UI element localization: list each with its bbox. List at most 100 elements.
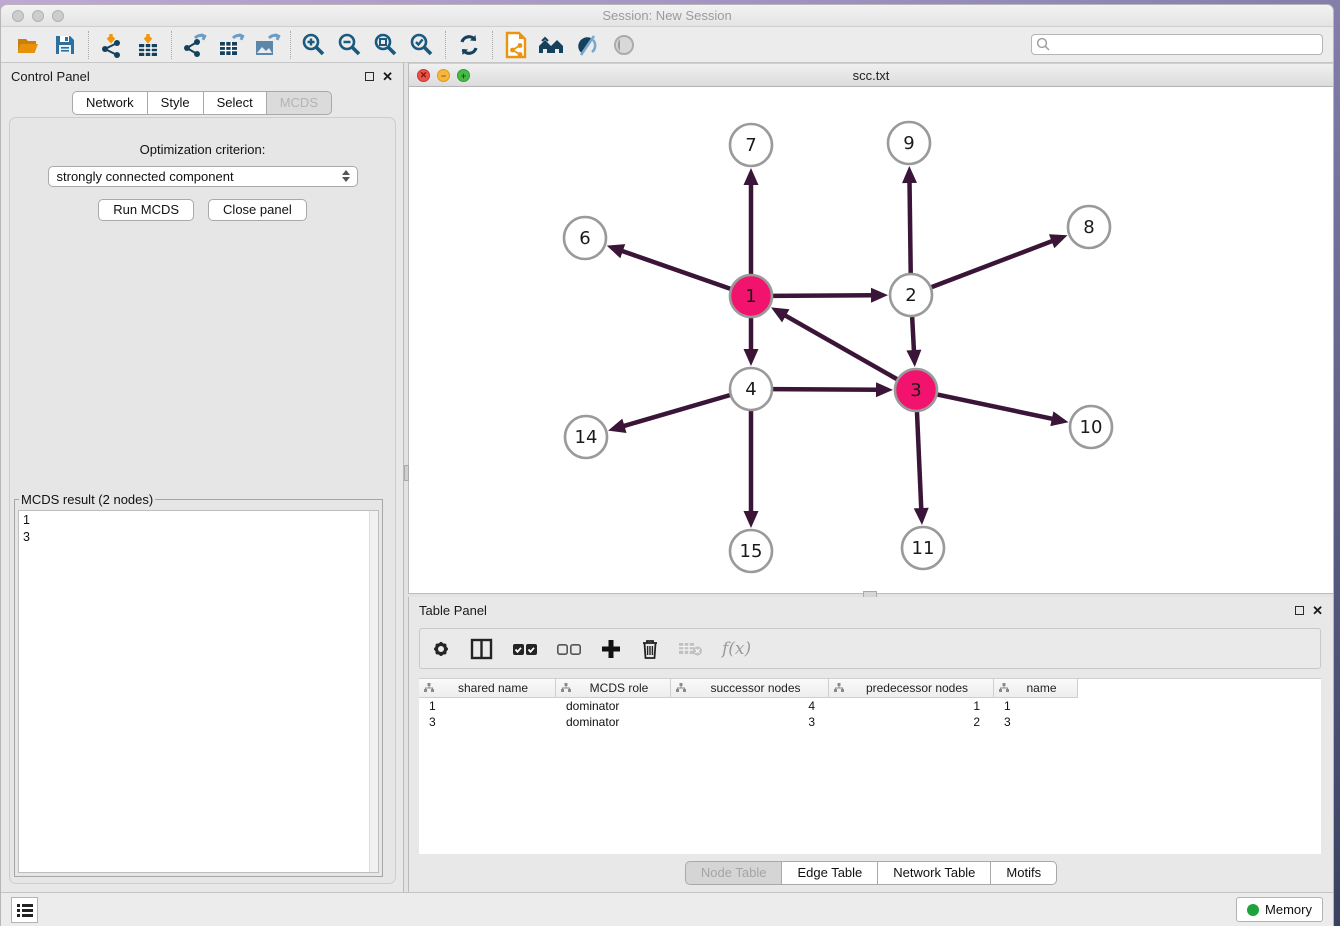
edge-arrowhead xyxy=(607,244,626,258)
table-cell: dominator xyxy=(556,714,671,730)
toolbar-separator xyxy=(290,31,291,59)
run-mcds-button[interactable]: Run MCDS xyxy=(98,199,194,221)
control-panel: Control Panel ✕ NetworkStyleSelectMCDS O… xyxy=(1,63,403,892)
node-label: 4 xyxy=(745,379,756,400)
graph-edge-3-10[interactable] xyxy=(938,395,1055,420)
export-network-icon[interactable] xyxy=(177,30,213,60)
graph-node-11[interactable]: 11 xyxy=(902,527,944,569)
graph-edge-2-8[interactable] xyxy=(932,240,1055,287)
graph-node-1[interactable]: 1 xyxy=(730,275,772,317)
result-scrollbar[interactable] xyxy=(369,511,378,872)
birds-eye-view-icon[interactable] xyxy=(606,30,642,60)
table-row[interactable]: 3dominator323 xyxy=(419,714,1321,730)
graph-node-15[interactable]: 15 xyxy=(730,530,772,572)
close-panel-icon[interactable]: ✕ xyxy=(382,70,393,83)
tab-network[interactable]: Network xyxy=(72,91,148,115)
float-table-panel-icon[interactable] xyxy=(1295,606,1304,615)
table-tab-edge-table[interactable]: Edge Table xyxy=(781,861,878,885)
graph-node-14[interactable]: 14 xyxy=(565,416,607,458)
zoom-out-icon[interactable] xyxy=(332,30,368,60)
select-all-columns-icon[interactable] xyxy=(512,634,538,664)
search-input[interactable] xyxy=(1031,34,1323,55)
graph-node-8[interactable]: 8 xyxy=(1068,206,1110,248)
node-label: 10 xyxy=(1080,417,1103,438)
graph-node-7[interactable]: 7 xyxy=(730,124,772,166)
split-view-icon[interactable] xyxy=(470,634,494,664)
column-header-name[interactable]: name xyxy=(994,679,1078,698)
graph-edge-1-6[interactable] xyxy=(620,250,730,289)
duplicate-network-icon[interactable] xyxy=(498,30,534,60)
graph-node-3[interactable]: 3 xyxy=(895,369,937,411)
edge-arrowhead xyxy=(871,288,888,303)
node-label: 1 xyxy=(745,286,756,307)
open-session-icon[interactable] xyxy=(11,30,47,60)
column-header-successor-nodes[interactable]: successor nodes xyxy=(671,679,829,698)
node-label: 9 xyxy=(903,133,914,154)
graph-edge-3-1[interactable] xyxy=(783,314,897,379)
zoom-selected-icon[interactable] xyxy=(404,30,440,60)
float-panel-icon[interactable] xyxy=(365,72,374,81)
table-settings-icon[interactable] xyxy=(430,634,452,664)
close-panel-button[interactable]: Close panel xyxy=(208,199,307,221)
mcds-result-textarea[interactable]: 13 xyxy=(18,510,379,873)
add-column-icon[interactable] xyxy=(600,634,622,664)
import-network-icon[interactable] xyxy=(94,30,130,60)
graph-edge-4-14[interactable] xyxy=(622,395,730,427)
edge-arrowhead xyxy=(1050,411,1068,426)
task-history-button[interactable] xyxy=(11,897,38,923)
table-cell: 1 xyxy=(829,698,994,714)
graph-edge-2-3[interactable] xyxy=(912,317,914,353)
node-label: 7 xyxy=(745,135,756,156)
hide-details-icon[interactable] xyxy=(570,30,606,60)
memory-label: Memory xyxy=(1265,902,1312,917)
tab-style[interactable]: Style xyxy=(147,91,204,115)
zoom-in-icon[interactable] xyxy=(296,30,332,60)
table-tabs: Node TableEdge TableNetwork TableMotifs xyxy=(409,854,1333,892)
table-tab-node-table[interactable]: Node Table xyxy=(685,861,783,885)
node-label: 3 xyxy=(910,380,921,401)
node-label: 15 xyxy=(740,541,763,562)
graph-node-10[interactable]: 10 xyxy=(1070,406,1112,448)
graph-edge-1-2[interactable] xyxy=(773,295,874,296)
dropdown-stepper-icon xyxy=(342,170,350,182)
network-overview-icon[interactable] xyxy=(534,30,570,60)
table-cell: dominator xyxy=(556,698,671,714)
table-tab-motifs[interactable]: Motifs xyxy=(990,861,1057,885)
toolbar-separator xyxy=(88,31,89,59)
column-header-mcds-role[interactable]: MCDS role xyxy=(556,679,671,698)
graph-node-4[interactable]: 4 xyxy=(730,368,772,410)
column-header-shared-name[interactable]: shared name xyxy=(419,679,556,698)
app-window: Session: New Session xyxy=(0,4,1334,926)
edge-arrowhead xyxy=(744,511,759,528)
network-canvas[interactable]: 7 9 6 8 1 2 4 3 14 10 15 11 xyxy=(409,87,1333,593)
tab-mcds[interactable]: MCDS xyxy=(266,91,332,115)
graph-edge-4-3[interactable] xyxy=(773,389,879,390)
apply-function-icon[interactable]: f(x) xyxy=(722,634,751,664)
column-header-predecessor-nodes[interactable]: predecessor nodes xyxy=(829,679,994,698)
delete-table-icon[interactable] xyxy=(678,634,704,664)
graph-node-2[interactable]: 2 xyxy=(890,274,932,316)
optimization-dropdown[interactable]: strongly connected component xyxy=(48,166,358,187)
network-window-titlebar[interactable]: ✕ − + scc.txt xyxy=(409,63,1333,87)
table-cell: 1 xyxy=(419,698,556,714)
table-cell: 1 xyxy=(994,698,1078,714)
unselect-all-columns-icon[interactable] xyxy=(556,634,582,664)
zoom-fit-icon[interactable] xyxy=(368,30,404,60)
import-table-icon[interactable] xyxy=(130,30,166,60)
close-table-panel-icon[interactable]: ✕ xyxy=(1312,604,1323,617)
table-row[interactable]: 1dominator411 xyxy=(419,698,1321,714)
tab-select[interactable]: Select xyxy=(203,91,267,115)
export-table-icon[interactable] xyxy=(213,30,249,60)
graph-node-6[interactable]: 6 xyxy=(564,217,606,259)
graph-edge-2-9[interactable] xyxy=(909,180,910,273)
graph-edge-3-11[interactable] xyxy=(917,412,921,511)
export-image-icon[interactable] xyxy=(249,30,285,60)
delete-column-icon[interactable] xyxy=(640,634,660,664)
table-cell: 3 xyxy=(419,714,556,730)
graph-node-9[interactable]: 9 xyxy=(888,122,930,164)
save-session-icon[interactable] xyxy=(47,30,83,60)
list-icon xyxy=(17,903,33,917)
memory-button[interactable]: Memory xyxy=(1236,897,1323,922)
table-tab-network-table[interactable]: Network Table xyxy=(877,861,991,885)
refresh-view-icon[interactable] xyxy=(451,30,487,60)
